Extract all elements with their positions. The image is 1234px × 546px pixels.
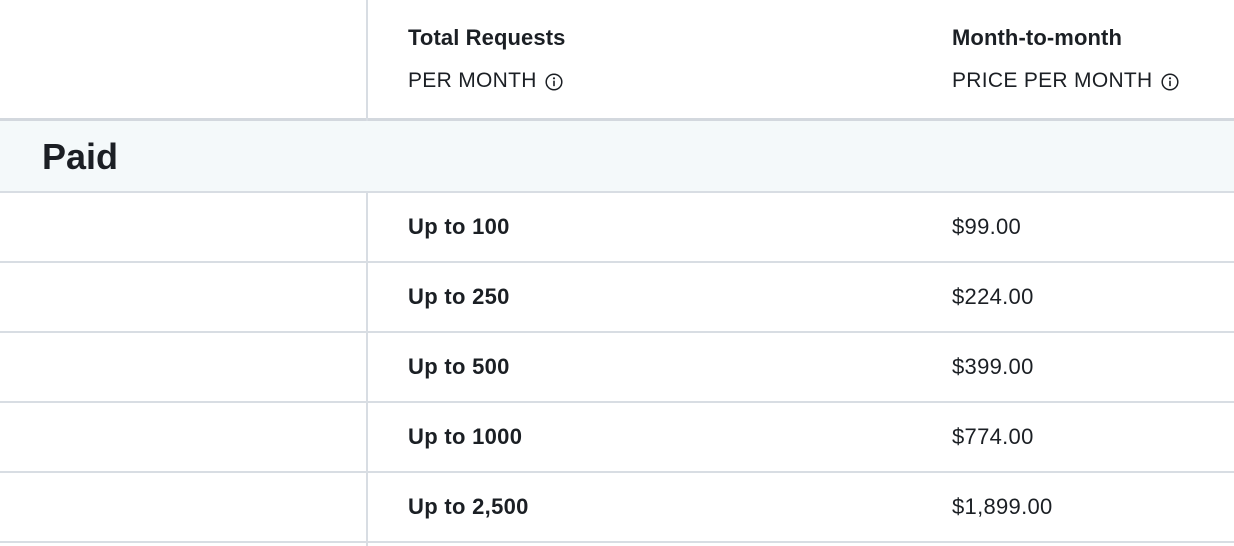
requests-cell: Up to 1000 [408,424,523,449]
price-cell: $224.00 [952,284,1034,309]
price-cell: $1,899.00 [952,494,1053,519]
price-cell: $774.00 [952,424,1034,449]
requests-cell: Up to 2,500 [408,494,529,519]
column-subtitle: PRICE PER MONTH [952,69,1153,92]
price-cell: $99.00 [952,214,1022,239]
table-row: Up to 500 $399.00 [0,333,1234,403]
column-subtitle-row: PRICE PER MONTH [952,68,1179,94]
table-row: Up to 250 $224.00 [0,263,1234,333]
pricing-table: Total Requests PER MONTH Month-to-month … [0,0,1234,546]
section-title: Paid [42,136,119,177]
requests-cell: Up to 250 [408,284,510,309]
column-header-total-requests: Total Requests PER MONTH [408,24,565,94]
column-subtitle-row: PER MONTH [408,68,565,94]
info-icon[interactable] [1160,72,1179,91]
table-header: Total Requests PER MONTH Month-to-month … [0,0,1234,121]
table-row: Up to 2,500 $1,899.00 [0,473,1234,543]
price-cell: $399.00 [952,354,1034,379]
column-title: Month-to-month [952,25,1122,50]
table-row: Up to 100 $99.00 [0,193,1234,263]
column-title: Total Requests [408,25,566,50]
table-row: Up to 1000 $774.00 [0,403,1234,473]
requests-cell: Up to 100 [408,214,510,239]
column-divider [366,0,368,121]
section-header-paid: Paid [0,121,1234,193]
column-header-month-to-month: Month-to-month PRICE PER MONTH [952,24,1179,94]
info-icon[interactable] [545,72,563,91]
column-divider [366,193,368,546]
column-subtitle: PER MONTH [408,69,537,92]
requests-cell: Up to 500 [408,354,510,379]
